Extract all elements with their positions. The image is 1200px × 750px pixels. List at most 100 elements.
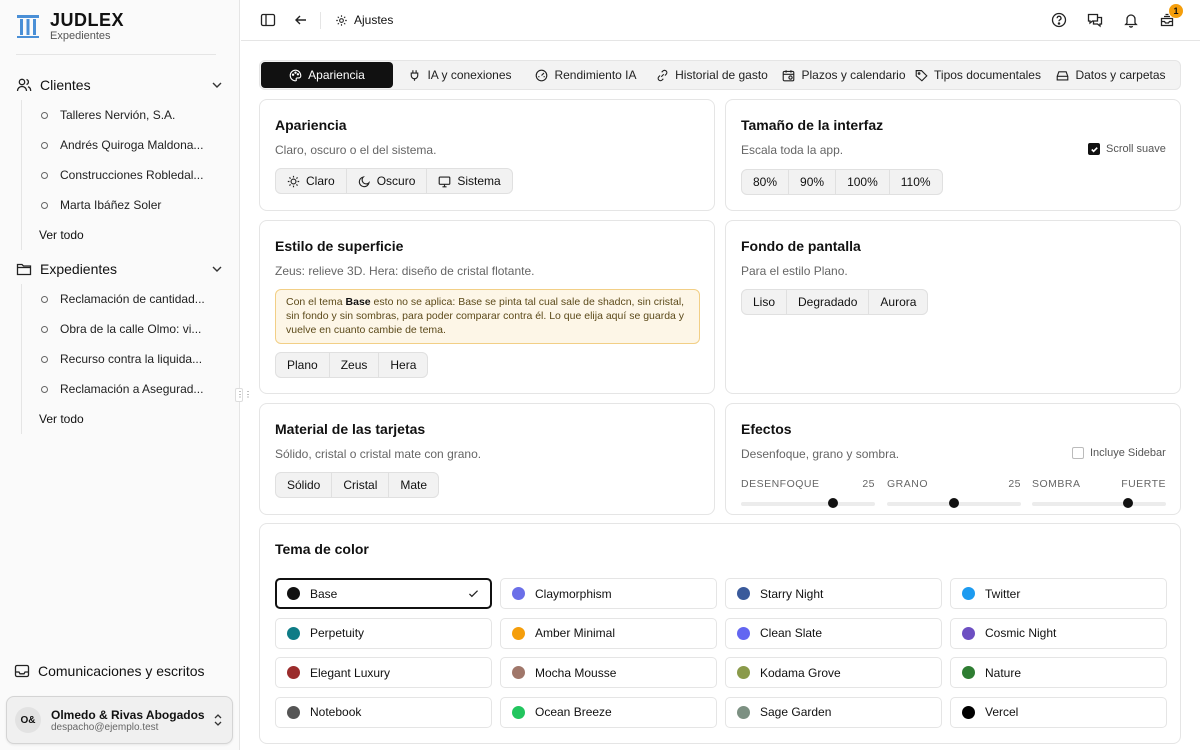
surface-zeus-button[interactable]: Zeus	[330, 353, 380, 377]
theme-option-claymorphism[interactable]: Claymorphism	[500, 578, 717, 609]
slider-thumb[interactable]	[828, 498, 839, 508]
card-title: Estilo de superficie	[275, 238, 404, 254]
card-subtitle: Desenfoque, grano y sombra.	[741, 447, 900, 461]
tab-rendimiento-ia[interactable]: Rendimiento IA	[527, 62, 645, 88]
nav-clientes-toggle[interactable]: Clientes	[0, 70, 240, 100]
theme-option-amber-minimal[interactable]: Amber Minimal	[500, 617, 717, 649]
list-item[interactable]: Talleres Nervión, S.A.	[22, 100, 240, 130]
slider-desenfoque: DESENFOQUE 25	[741, 478, 875, 508]
theme-option-sage-garden[interactable]: Sage Garden	[725, 696, 942, 728]
incluye-sidebar-checkbox[interactable]: Incluye Sidebar	[1072, 447, 1166, 459]
color-swatch	[737, 626, 750, 640]
slider-value: FUERTE	[1121, 478, 1166, 490]
folder-icon	[16, 261, 32, 277]
scale-80-button[interactable]: 80%	[742, 170, 790, 194]
divider	[16, 54, 216, 55]
scroll-suave-label: Scroll suave	[1106, 143, 1166, 155]
nav-expedientes-toggle[interactable]: Expedientes	[0, 254, 240, 284]
theme-option-elegant-luxury[interactable]: Elegant Luxury	[275, 657, 492, 688]
material-cristal-button[interactable]: Cristal	[332, 473, 390, 497]
clientes-see-all-link[interactable]: Ver todo	[22, 220, 240, 250]
account-switcher[interactable]: O& Olmedo & Rivas Abogados despacho@ejem…	[6, 696, 233, 744]
theme-option-twitter[interactable]: Twitter	[950, 578, 1167, 609]
sidebar-resize-handle[interactable]: ⋮⋮	[235, 388, 252, 402]
list-item[interactable]: Reclamación a Asegurad...	[22, 374, 240, 404]
scroll-suave-checkbox[interactable]: Scroll suave	[1088, 143, 1166, 155]
material-mate-button[interactable]: Mate	[389, 473, 438, 497]
mode-system-button[interactable]: Sistema	[427, 169, 511, 193]
back-arrow-icon[interactable]	[293, 12, 309, 28]
nav-section-expedientes: Expedientes Reclamación de cantidad... O…	[0, 254, 240, 434]
theme-option-starry-night[interactable]: Starry Night	[725, 578, 942, 609]
slider-track[interactable]	[741, 498, 875, 508]
messages-icon[interactable]	[1087, 12, 1103, 28]
scale-100-button[interactable]: 100%	[836, 170, 890, 194]
color-swatch	[962, 666, 975, 679]
tab-ia-y-conexiones[interactable]: IA y conexiones	[393, 62, 527, 88]
help-icon[interactable]	[1051, 12, 1067, 28]
slider-track[interactable]	[887, 498, 1021, 508]
tab-apariencia[interactable]: Apariencia	[261, 62, 393, 88]
theme-option-nature[interactable]: Nature	[950, 657, 1167, 688]
list-item-label: Marta Ibáñez Soler	[60, 198, 162, 212]
theme-mode-segment: Claro Oscuro Sistema	[275, 168, 513, 194]
bell-icon[interactable]	[1123, 12, 1139, 28]
slider-track[interactable]	[1032, 498, 1166, 508]
theme-option-kodama-grove[interactable]: Kodama Grove	[725, 657, 942, 688]
circle-icon	[41, 111, 48, 119]
theme-option-mocha-mousse[interactable]: Mocha Mousse	[500, 657, 717, 688]
material-solido-button[interactable]: Sólido	[276, 473, 333, 497]
slider-thumb[interactable]	[949, 498, 959, 508]
circle-icon	[41, 385, 48, 393]
list-item[interactable]: Andrés Quiroga Maldona...	[22, 130, 240, 160]
bg-degradado-button[interactable]: Degradado	[787, 290, 870, 314]
list-item[interactable]: Construcciones Robledal...	[22, 160, 240, 190]
theme-option-perpetuity[interactable]: Perpetuity	[275, 617, 492, 649]
bg-aurora-button[interactable]: Aurora	[869, 290, 927, 314]
tab-historial-de-gasto[interactable]: Historial de gasto	[645, 62, 779, 88]
note-bold: Base	[345, 296, 371, 308]
card-subtitle: Escala toda la app.	[741, 143, 844, 157]
gauge-icon	[535, 69, 548, 82]
tab-plazos-y-calendario[interactable]: Plazos y calendario	[779, 62, 909, 88]
color-swatch	[512, 587, 525, 600]
card-efectos: Efectos Desenfoque, grano y sombra. Incl…	[725, 403, 1181, 515]
color-swatch	[962, 705, 975, 719]
slider-thumb[interactable]	[1123, 498, 1134, 508]
theme-name: Notebook	[310, 705, 362, 719]
theme-option-clean-slate[interactable]: Clean Slate	[725, 617, 942, 649]
list-item[interactable]: Marta Ibáñez Soler	[22, 190, 240, 220]
chevron-down-icon	[210, 78, 224, 92]
sidebar-toggle-icon[interactable]	[260, 12, 276, 28]
scale-segment: 80% 90% 100% 110%	[741, 169, 943, 195]
slider-label-row: GRANO 25	[887, 478, 1021, 490]
theme-name: Starry Night	[760, 586, 824, 601]
list-item[interactable]: Reclamación de cantidad...	[22, 284, 240, 314]
theme-option-notebook[interactable]: Notebook	[275, 696, 492, 728]
tab-datos-y-carpetas[interactable]: Datos y carpetas	[1047, 62, 1175, 88]
theme-option-vercel[interactable]: Vercel	[950, 696, 1167, 728]
notification-badge: 1	[1169, 4, 1183, 18]
mode-dark-button[interactable]: Oscuro	[347, 169, 428, 193]
card-title: Tema de color	[275, 541, 369, 557]
list-item[interactable]: Obra de la calle Olmo: vi...	[22, 314, 240, 344]
theme-option-ocean-breeze[interactable]: Ocean Breeze	[500, 696, 717, 728]
nav-comunicaciones[interactable]: Comunicaciones y escritos	[14, 663, 205, 679]
surface-plano-button[interactable]: Plano	[276, 353, 330, 377]
theme-name: Twitter	[985, 586, 1021, 601]
brand[interactable]: JUDLEX Expedientes	[14, 10, 124, 42]
scale-90-button[interactable]: 90%	[789, 170, 837, 194]
scale-110-button[interactable]: 110%	[890, 170, 942, 194]
tab-tipos-documentales[interactable]: Tipos documentales	[909, 62, 1047, 88]
list-item-label: Construcciones Robledal...	[60, 168, 204, 182]
theme-option-base[interactable]: Base	[275, 578, 492, 609]
surface-hera-button[interactable]: Hera	[379, 353, 427, 377]
mode-light-button[interactable]: Claro	[276, 169, 347, 193]
tab-label: Rendimiento IA	[554, 68, 637, 82]
chevrons-up-down-icon	[212, 713, 224, 727]
expedientes-see-all-link[interactable]: Ver todo	[22, 404, 240, 434]
bg-liso-button[interactable]: Liso	[742, 290, 788, 314]
chevron-down-icon	[210, 262, 224, 276]
theme-option-cosmic-night[interactable]: Cosmic Night	[950, 617, 1167, 649]
list-item[interactable]: Recurso contra la liquida...	[22, 344, 240, 374]
